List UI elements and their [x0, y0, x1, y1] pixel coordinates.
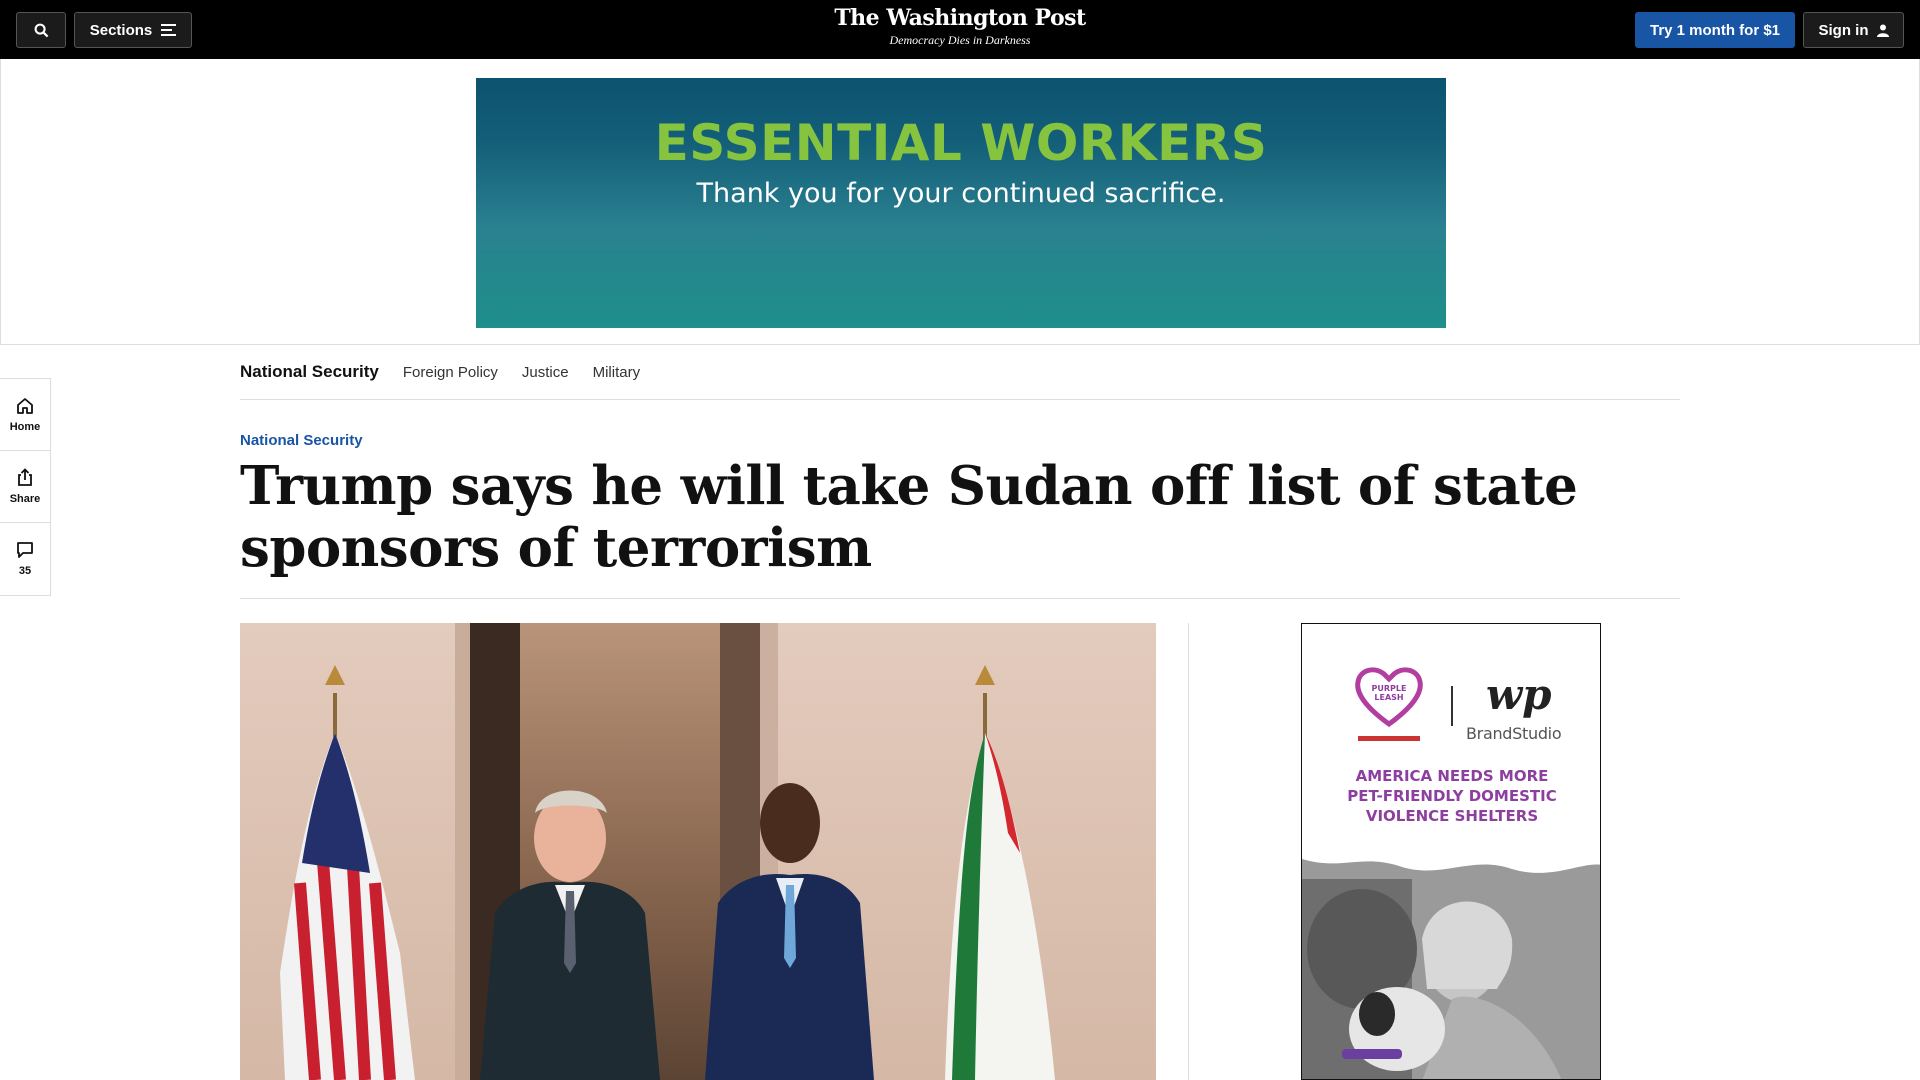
sections-button[interactable]: Sections: [74, 12, 192, 48]
home-label: Home: [9, 420, 41, 433]
wp-logo: wp: [1486, 670, 1552, 719]
article-headline: Trump says he will take Sudan off list o…: [240, 455, 1578, 579]
top-nav-bar: Sections The Washington Post Democracy D…: [0, 0, 1920, 59]
logo-name: The Washington Post: [834, 5, 1086, 31]
subnav-military[interactable]: Military: [593, 364, 641, 381]
share-button[interactable]: Share: [0, 451, 50, 523]
comments-button[interactable]: 35: [0, 523, 50, 595]
brandstudio-label: BrandStudio: [1466, 724, 1562, 743]
ad-photo: [1302, 859, 1600, 1079]
top-ad-container: ESSENTIAL WORKERS Thank you for your con…: [0, 59, 1920, 345]
site-logo[interactable]: The Washington Post Democracy Dies in Da…: [760, 5, 1160, 48]
user-icon: [1876, 24, 1889, 37]
sections-label: Sections: [89, 21, 153, 39]
logo-tagline: Democracy Dies in Darkness: [889, 33, 1031, 47]
ad-message: AMERICA NEEDS MORE PET-FRIENDLY DOMESTIC…: [1312, 766, 1592, 826]
brandstudio-ad[interactable]: PURPLE LEASH wp BrandStudio AMERICA NEED…: [1301, 623, 1601, 1080]
home-icon: [17, 397, 33, 414]
subnav-national-security[interactable]: National Security: [240, 362, 379, 382]
share-label: Share: [9, 493, 41, 505]
ad-subline: Thank you for your continued sacrifice.: [696, 178, 1226, 209]
sign-in-button[interactable]: Sign in: [1803, 12, 1904, 48]
purple-leash-logo: PURPLE LEASH: [1355, 667, 1423, 741]
lead-photo[interactable]: [240, 623, 1156, 1080]
ad-divider: [1451, 686, 1453, 726]
share-icon: [18, 468, 32, 486]
comment-count: 35: [18, 565, 32, 577]
menu-icon: [161, 24, 177, 36]
subnav-foreign-policy[interactable]: Foreign Policy: [403, 364, 498, 381]
ad-line-3: VIOLENCE SHELTERS: [1365, 807, 1539, 825]
sign-in-label: Sign in: [1818, 21, 1869, 39]
search-button[interactable]: [16, 12, 66, 48]
column-divider: [1188, 623, 1189, 1080]
essential-workers-ad[interactable]: ESSENTIAL WORKERS Thank you for your con…: [476, 78, 1446, 328]
ad-line-2: PET-FRIENDLY DOMESTIC: [1347, 787, 1557, 805]
svg-text:LEASH: LEASH: [1374, 693, 1403, 702]
article-kicker[interactable]: National Security: [240, 432, 363, 449]
home-button[interactable]: Home: [0, 379, 50, 451]
comment-icon: [17, 542, 33, 558]
subnav-justice[interactable]: Justice: [522, 364, 569, 381]
section-subnav: National Security Foreign Policy Justice…: [240, 345, 1680, 400]
headline-divider: [240, 598, 1680, 599]
left-action-rail: Home Share 35: [0, 378, 51, 596]
svg-text:PURPLE: PURPLE: [1372, 684, 1407, 693]
search-icon: [34, 23, 48, 37]
ad-headline: ESSENTIAL WORKERS: [654, 114, 1268, 172]
subscribe-button[interactable]: Try 1 month for $1: [1635, 12, 1795, 48]
ad-line-1: AMERICA NEEDS MORE: [1355, 767, 1549, 785]
